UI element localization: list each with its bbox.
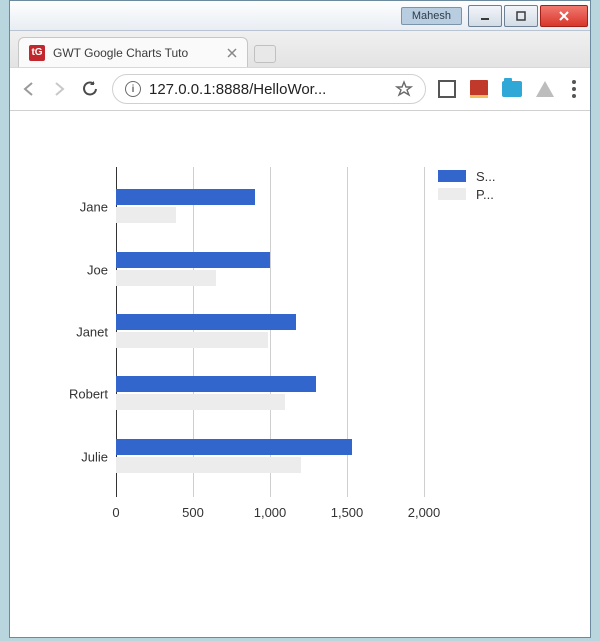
extension-folder-icon[interactable] — [502, 81, 522, 97]
bar-chart: S... P... 0 500 1,000 1,500 2,000 Jane Joe Jane… — [38, 147, 548, 567]
chart-bar-group — [116, 372, 424, 416]
chart-bar[interactable] — [116, 394, 285, 410]
site-info-icon[interactable]: i — [125, 81, 141, 97]
chart-bar-group — [116, 248, 424, 292]
extension-square-icon[interactable] — [438, 80, 456, 98]
chart-bar[interactable] — [116, 332, 268, 348]
url-input[interactable]: i 127.0.0.1:8888/HelloWor... — [112, 74, 426, 104]
chart-x-tick-label: 1,000 — [254, 505, 287, 520]
chart-bar-group — [116, 185, 424, 229]
user-badge: Mahesh — [401, 7, 462, 25]
chart-bar[interactable] — [116, 457, 301, 473]
chart-y-tick-label: Joe — [38, 262, 108, 277]
new-tab-button[interactable] — [254, 45, 276, 63]
chart-x-tick-label: 0 — [112, 505, 119, 520]
chart-x-tick-label: 2,000 — [408, 505, 441, 520]
chart-bar[interactable] — [116, 270, 216, 286]
chart-gridline — [424, 167, 425, 497]
chart-bar[interactable] — [116, 207, 176, 223]
extension-drive-icon[interactable] — [536, 81, 554, 97]
tab-close-icon[interactable] — [227, 48, 237, 58]
browser-window: Mahesh tG GWT Google Charts Tuto i — [9, 0, 591, 638]
favicon-icon: tG — [29, 45, 45, 61]
window-titlebar: Mahesh — [10, 1, 590, 31]
legend-swatch-icon — [438, 188, 466, 200]
browser-tab[interactable]: tG GWT Google Charts Tuto — [18, 37, 248, 67]
maximize-icon — [515, 10, 527, 22]
chart-bar[interactable] — [116, 376, 316, 392]
browser-menu-button[interactable] — [568, 80, 580, 98]
minimize-button[interactable] — [468, 5, 502, 27]
extension-icons — [438, 80, 580, 98]
chart-bar[interactable] — [116, 439, 352, 455]
chart-y-tick-label: Julie — [38, 449, 108, 464]
arrow-right-icon — [50, 80, 68, 98]
chart-legend: S... P... — [438, 167, 538, 203]
chart-plot-area — [116, 167, 424, 497]
chart-bar[interactable] — [116, 314, 296, 330]
chart-x-tick-label: 500 — [182, 505, 204, 520]
chart-y-tick-label: Jane — [38, 200, 108, 215]
legend-item-s[interactable]: S... — [438, 167, 538, 185]
bookmark-star-icon[interactable] — [395, 80, 413, 98]
chart-bar[interactable] — [116, 252, 270, 268]
legend-item-p[interactable]: P... — [438, 185, 538, 203]
extension-book-icon[interactable] — [470, 80, 488, 98]
page-content: S... P... 0 500 1,000 1,500 2,000 Jane Joe Jane… — [10, 111, 590, 637]
close-icon — [557, 9, 571, 23]
tab-bar: tG GWT Google Charts Tuto — [10, 31, 590, 67]
dot-icon — [572, 80, 576, 84]
maximize-button[interactable] — [504, 5, 538, 27]
legend-label: S... — [476, 169, 496, 184]
address-bar: i 127.0.0.1:8888/HelloWor... — [10, 67, 590, 111]
chart-bar-group — [116, 435, 424, 479]
close-button[interactable] — [540, 5, 588, 27]
legend-swatch-icon — [438, 170, 466, 182]
minimize-icon — [479, 10, 491, 22]
url-text: 127.0.0.1:8888/HelloWor... — [149, 81, 387, 98]
back-button[interactable] — [20, 80, 38, 98]
chart-y-tick-label: Janet — [38, 325, 108, 340]
chart-bar[interactable] — [116, 189, 255, 205]
reload-button[interactable] — [80, 79, 100, 99]
tab-title: GWT Google Charts Tuto — [53, 46, 219, 60]
dot-icon — [572, 94, 576, 98]
chart-y-tick-label: Robert — [38, 387, 108, 402]
arrow-left-icon — [20, 80, 38, 98]
legend-label: P... — [476, 187, 494, 202]
forward-button[interactable] — [50, 80, 68, 98]
chart-x-tick-label: 1,500 — [331, 505, 364, 520]
reload-icon — [80, 79, 100, 99]
dot-icon — [572, 87, 576, 91]
chart-bar-group — [116, 310, 424, 354]
